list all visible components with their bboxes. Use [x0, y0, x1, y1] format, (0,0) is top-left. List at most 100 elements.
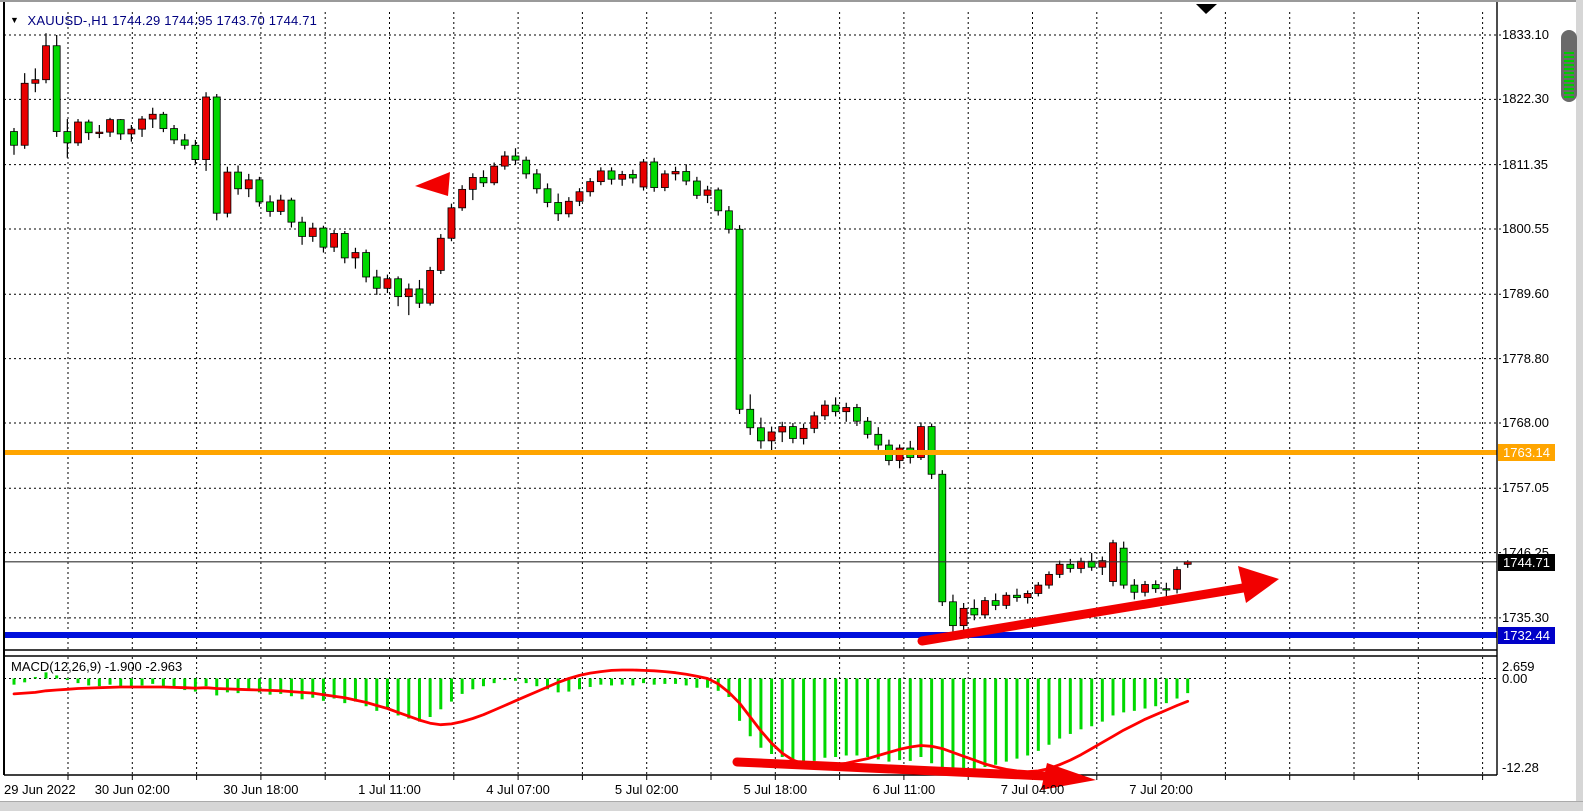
current-bar-marker-icon[interactable]: [1196, 4, 1217, 14]
candle-body: [661, 174, 668, 188]
candle-body: [267, 202, 274, 212]
candle-body: [597, 171, 604, 182]
candle-body: [96, 132, 103, 133]
candle-body: [491, 166, 498, 183]
candle-body: [352, 253, 359, 258]
candle-body: [640, 162, 647, 187]
candle-body: [32, 80, 39, 84]
trend-arrow-up-head[interactable]: [1238, 566, 1279, 603]
candle-body: [1067, 564, 1074, 568]
candle-body: [1152, 585, 1159, 589]
candle-body: [203, 97, 210, 160]
resistance-price-badge: 1763.14: [1498, 444, 1555, 461]
vertical-scrollbar-thumb[interactable]: [1561, 30, 1577, 102]
candle-body: [821, 405, 828, 416]
candle-body: [288, 200, 295, 222]
candle-body: [843, 408, 850, 412]
time-axis-label: 7 Jul 20:00: [1096, 782, 1226, 797]
candle-body: [480, 177, 487, 182]
candle-body: [800, 428, 807, 438]
candle-body: [373, 277, 380, 288]
left-arrow-marker-icon[interactable]: [415, 172, 450, 196]
candle-body: [213, 97, 220, 213]
candle-body: [405, 289, 412, 297]
candle-body: [555, 202, 562, 213]
candle-body: [576, 192, 583, 202]
window-bottom-strip: [0, 801, 1583, 811]
candle-body: [1131, 585, 1138, 592]
time-axis-label: 6 Jul 11:00: [839, 782, 969, 797]
price-axis-label: 1822.30: [1502, 92, 1549, 106]
candle-body: [1056, 564, 1063, 574]
candle-body: [544, 189, 551, 203]
candle-body: [139, 119, 146, 129]
price-axis-label: 1768.00: [1502, 416, 1549, 430]
candle-body: [299, 222, 306, 236]
candle-body: [1024, 593, 1031, 597]
candle-body: [725, 211, 732, 229]
candle-body: [171, 129, 178, 140]
price-axis-label: 1757.05: [1502, 481, 1549, 495]
candle-body: [1142, 585, 1149, 593]
price-axis-label: 1789.60: [1502, 287, 1549, 301]
candle-body: [85, 122, 92, 133]
symbol-ohlc-text: XAUUSD-,H1 1744.29 1744.95 1743.70 1744.…: [28, 13, 318, 28]
candle-body: [501, 156, 508, 166]
candle-body: [437, 238, 444, 270]
candle-body: [395, 279, 402, 297]
candle-body: [416, 289, 423, 303]
candle-body: [309, 228, 316, 236]
candle-body: [331, 233, 338, 247]
candle-body: [608, 171, 615, 179]
candle-body: [224, 172, 231, 213]
candle-body: [53, 46, 60, 132]
candlestick-chart[interactable]: [0, 0, 1583, 811]
candle-body: [981, 601, 988, 615]
candle-body: [875, 434, 882, 445]
candle-body: [245, 180, 252, 189]
candle-body: [181, 140, 188, 145]
candle-body: [811, 416, 818, 429]
candle-body: [960, 608, 967, 625]
candle-body: [1013, 595, 1020, 597]
candle-body: [864, 421, 871, 434]
candle-body: [1120, 548, 1127, 585]
candle-body: [256, 180, 263, 202]
candle-body: [533, 174, 540, 189]
candle-body: [651, 162, 658, 188]
window-right-strip: [1576, 0, 1583, 811]
candle-body: [277, 200, 284, 211]
symbol-ohlc-line: ▼ XAUUSD-,H1 1744.29 1744.95 1743.70 174…: [10, 13, 317, 28]
candle-body: [128, 129, 135, 134]
candle-body: [619, 174, 626, 179]
time-axis-label: 7 Jul 04:00: [968, 782, 1098, 797]
price-axis-label: 1778.80: [1502, 352, 1549, 366]
candle-body: [672, 171, 679, 173]
candle-body: [75, 122, 82, 143]
price-axis-label: 1833.10: [1502, 28, 1549, 42]
price-axis-label: 1735.30: [1502, 611, 1549, 625]
macd-axis-min: -12.28: [1502, 761, 1539, 774]
candle-body: [971, 608, 978, 615]
candle-body: [363, 253, 370, 277]
collapse-triangle-icon[interactable]: ▼: [10, 15, 19, 25]
candle-body: [149, 114, 156, 119]
candle-body: [64, 132, 71, 143]
time-axis-label: 29 Jun 2022: [4, 782, 76, 797]
candle-body: [160, 114, 167, 128]
candle-body: [1174, 570, 1181, 590]
candle-body: [11, 132, 18, 146]
candle-body: [384, 279, 391, 289]
candle-body: [587, 182, 594, 192]
candle-body: [117, 120, 124, 134]
candle-body: [565, 201, 572, 214]
candle-body: [779, 427, 786, 432]
candle-body: [693, 181, 700, 195]
candle-body: [757, 428, 764, 441]
chart-window: ▼ XAUUSD-,H1 1744.29 1744.95 1743.70 174…: [0, 0, 1583, 811]
candle-body: [949, 602, 956, 626]
time-axis-label: 5 Jul 18:00: [710, 782, 840, 797]
price-axis-label: 1811.35: [1502, 158, 1548, 172]
time-axis-label: 5 Jul 02:00: [582, 782, 712, 797]
support-price-badge: 1732.44: [1498, 627, 1555, 644]
